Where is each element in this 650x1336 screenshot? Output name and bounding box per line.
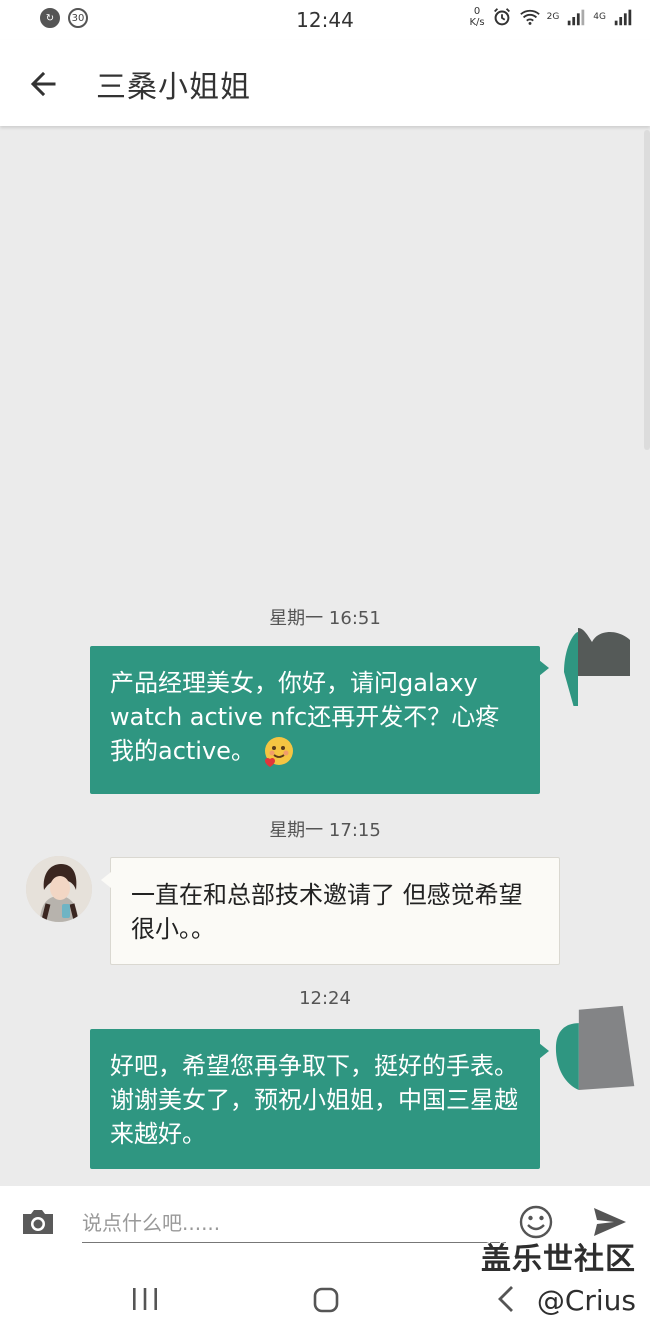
incoming-message-bubble[interactable]: 一直在和总部技术邀请了 但感觉希望很小。。 <box>101 857 560 965</box>
status-bar: ↻ 30 12:44 0 K/s 2G 4G <box>0 0 650 40</box>
sim1-network-tag: 2G <box>546 12 560 22</box>
self-avatar[interactable] <box>552 1004 642 1090</box>
author-watermark: @Crius <box>536 1284 636 1317</box>
network-speed-value: 0 <box>473 6 481 17</box>
outgoing-message-bubble[interactable]: 产品经理美女，你好，请问galaxy watch active nfc还再开发不… <box>90 646 549 794</box>
contact-avatar-image <box>26 856 92 922</box>
outgoing-message-bubble[interactable]: 好吧，希望您再争取下，挺好的手表。谢谢美女了，预祝小姐姐，中国三星越来越好。 <box>90 1029 549 1169</box>
camera-icon[interactable] <box>20 1204 56 1240</box>
message-text: 一直在和总部技术邀请了 但感觉希望很小。。 <box>131 881 523 943</box>
sim2-network-tag: 4G <box>593 12 606 22</box>
conversation-title: 三桑小姐姐 <box>96 70 251 105</box>
message-timestamp: 星期一 16:51 <box>269 608 381 629</box>
back-arrow-icon[interactable] <box>24 64 64 104</box>
status-right-icons: 0 K/s 2G 4G <box>469 6 634 28</box>
message-input[interactable] <box>82 1204 506 1243</box>
network-speed-unit: K/s <box>469 17 485 28</box>
signal-strength-icon <box>614 9 632 26</box>
message-text: 产品经理美女，你好，请问galaxy watch active nfc还再开发不… <box>110 669 500 765</box>
contact-avatar[interactable] <box>26 856 92 922</box>
network-speed: 0 K/s <box>469 6 484 28</box>
nav-back-icon[interactable] <box>494 1284 520 1314</box>
signal-strength-icon <box>568 9 585 26</box>
recent-apps-icon[interactable] <box>130 1286 160 1312</box>
wifi-icon <box>519 9 540 25</box>
alarm-icon <box>493 8 510 26</box>
hugging-heart-emoji-icon <box>264 737 293 767</box>
message-timestamp: 星期一 17:15 <box>269 820 381 841</box>
community-watermark: 盖乐世社区 <box>481 1242 636 1277</box>
message-text: 好吧，希望您再争取下，挺好的手表。谢谢美女了，预祝小姐姐，中国三星越来越好。 <box>110 1052 518 1148</box>
app-bar: 三桑小姐姐 <box>0 40 650 126</box>
self-avatar[interactable] <box>560 620 640 706</box>
home-icon[interactable] <box>312 1286 340 1314</box>
scroll-indicator[interactable] <box>644 130 650 450</box>
